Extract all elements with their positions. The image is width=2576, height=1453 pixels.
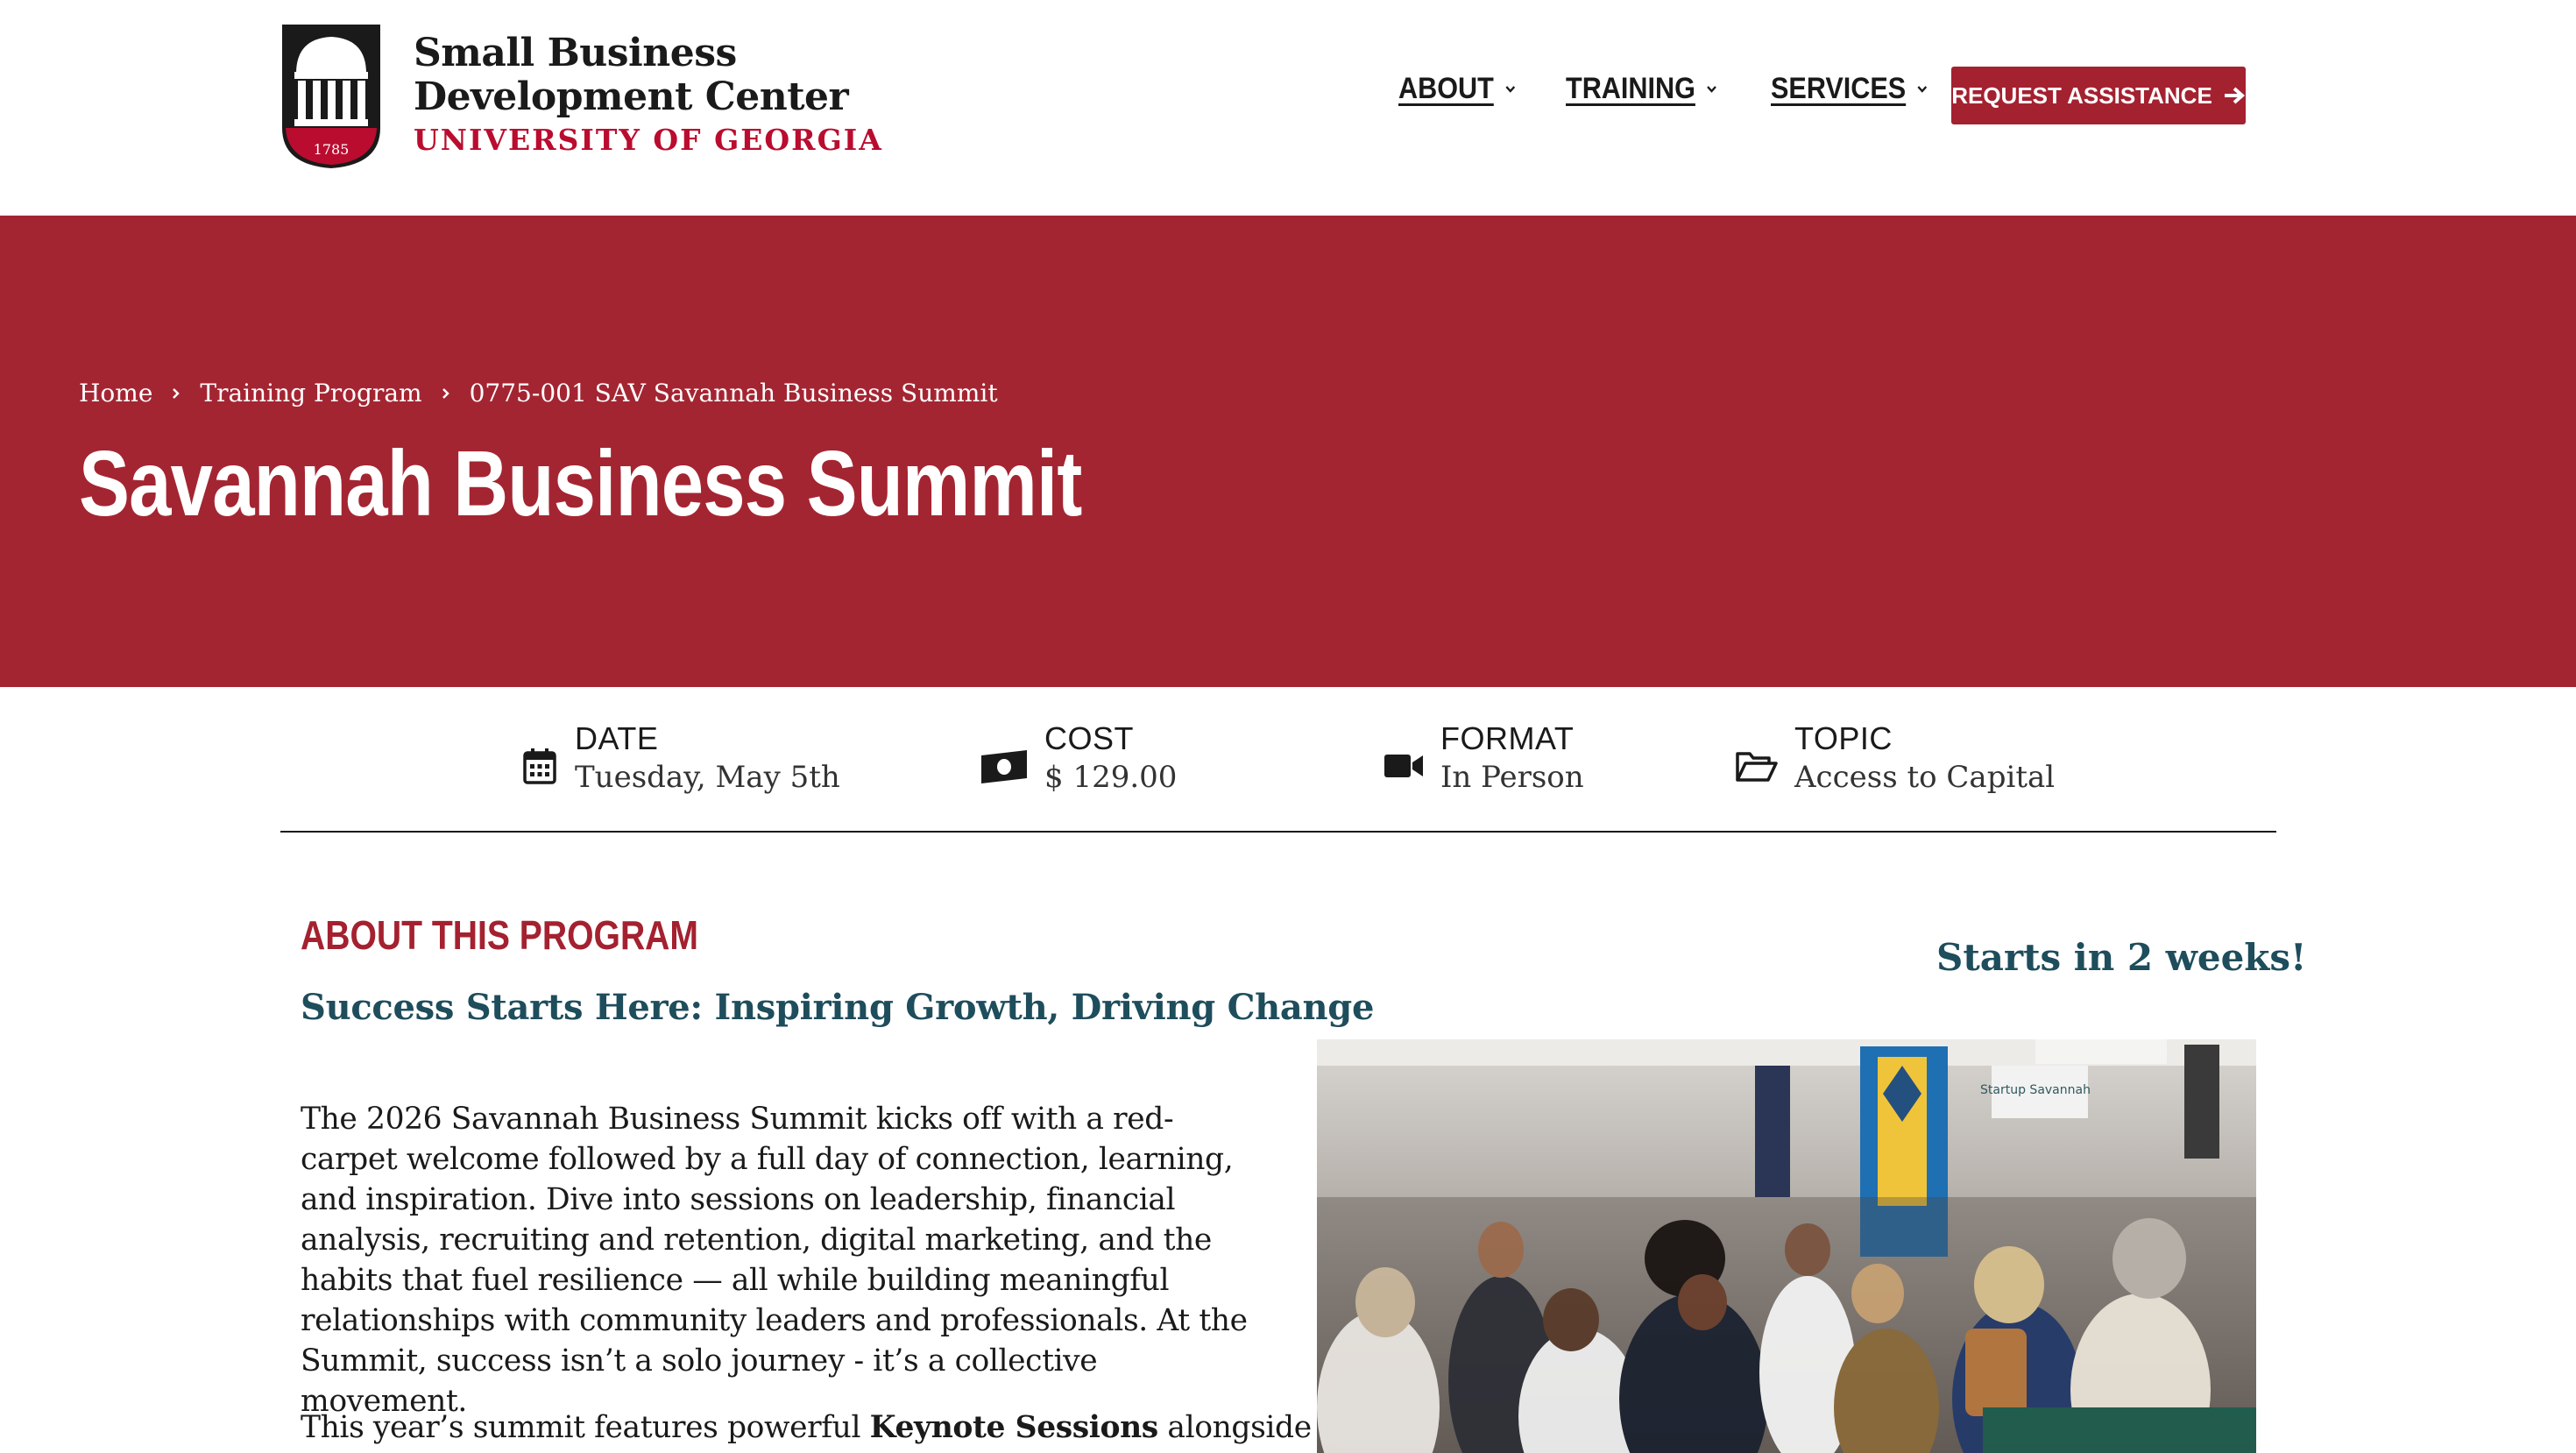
info-date: DATE Tuesday, May 5th: [520, 720, 840, 797]
info-cost-value: $ 129.00: [1044, 760, 1178, 795]
money-icon: [981, 750, 1027, 783]
nav-about-label: ABOUT: [1398, 72, 1494, 105]
logo-line-3: UNIVERSITY OF GEORGIA: [414, 123, 883, 157]
chevron-right-icon: [173, 387, 180, 399]
main-nav: ABOUT TRAINING SERVICES: [1398, 72, 1983, 106]
info-cost: COST $ 129.00: [980, 720, 1177, 797]
starts-in-countdown: Starts in 2 weeks!: [1936, 936, 2307, 979]
info-format-label: FORMAT: [1440, 720, 1575, 756]
hero-banner: Home Training Program 0775-001 SAV Savan…: [0, 216, 2576, 687]
program-subheading: Success Starts Here: Inspiring Growth, D…: [301, 987, 1375, 1028]
page-title: Savannah Business Summit: [79, 432, 1082, 535]
nav-services-label: SERVICES: [1771, 72, 1907, 105]
nav-services[interactable]: SERVICES: [1771, 72, 1928, 106]
info-date-value: Tuesday, May 5th: [575, 760, 840, 795]
para2-text: This year’s summit features powerful: [301, 1410, 870, 1445]
event-photo-image: Startup Savannah: [1317, 1039, 2256, 1453]
video-camera-icon: [1384, 755, 1423, 777]
info-format-value: In Person: [1440, 760, 1584, 795]
request-assistance-button[interactable]: REQUEST ASSISTANCE: [1951, 67, 2246, 124]
nav-about[interactable]: ABOUT: [1398, 72, 1516, 106]
uga-arch-logo-icon[interactable]: 1785: [282, 25, 380, 168]
keynote-sessions-bold: Keynote Sessions: [869, 1410, 1159, 1445]
chevron-right-icon: [442, 387, 449, 399]
arrow-right-icon: [2224, 87, 2245, 104]
nav-training[interactable]: TRAINING: [1566, 72, 1717, 106]
svg-text:1785: 1785: [314, 141, 350, 158]
info-cost-label: COST: [1044, 720, 1135, 756]
breadcrumb: Home Training Program 0775-001 SAV Savan…: [79, 379, 998, 408]
breadcrumb-home[interactable]: Home: [79, 379, 152, 408]
site-header: 1785 Small Business Development Center U…: [0, 0, 2576, 216]
chevron-down-icon: [1918, 85, 1928, 93]
info-date-label: DATE: [575, 720, 659, 756]
program-info-bar: DATE Tuesday, May 5th COST $ 129.00 FORM…: [280, 687, 2276, 833]
logo-line-2: Development Center: [414, 74, 849, 119]
summit-event-photo: Startup Savannah: [1317, 1039, 2256, 1453]
info-topic-label: TOPIC: [1794, 720, 1893, 756]
info-topic: TOPIC Access to Capital: [1735, 720, 2055, 797]
nav-training-label: TRAINING: [1565, 72, 1695, 105]
chevron-down-icon: [1505, 85, 1515, 93]
info-topic-value: Access to Capital: [1794, 760, 2056, 795]
program-description: The 2026 Savannah Business Summit kicks …: [301, 1102, 1248, 1419]
chevron-down-icon: [1707, 85, 1716, 93]
breadcrumb-training-program[interactable]: Training Program: [200, 379, 421, 408]
para2-text-end: alongside: [1157, 1410, 1312, 1445]
breadcrumb-current: 0775-001 SAV Savannah Business Summit: [469, 379, 998, 408]
program-description-continued: This year’s summit features powerful Key…: [301, 1407, 1312, 1448]
calendar-icon: [523, 748, 556, 784]
logo-line-1: Small Business: [414, 31, 737, 75]
info-format: FORMAT In Person: [1383, 720, 1584, 797]
svg-text:Startup Savannah: Startup Savannah: [1980, 1083, 2091, 1097]
folder-open-icon: [1736, 752, 1778, 782]
logo-text[interactable]: Small Business Development Center UNIVER…: [414, 32, 883, 161]
request-assistance-label: REQUEST ASSISTANCE: [1951, 82, 2212, 109]
about-program-heading: ABOUT THIS PROGRAM: [301, 912, 698, 958]
